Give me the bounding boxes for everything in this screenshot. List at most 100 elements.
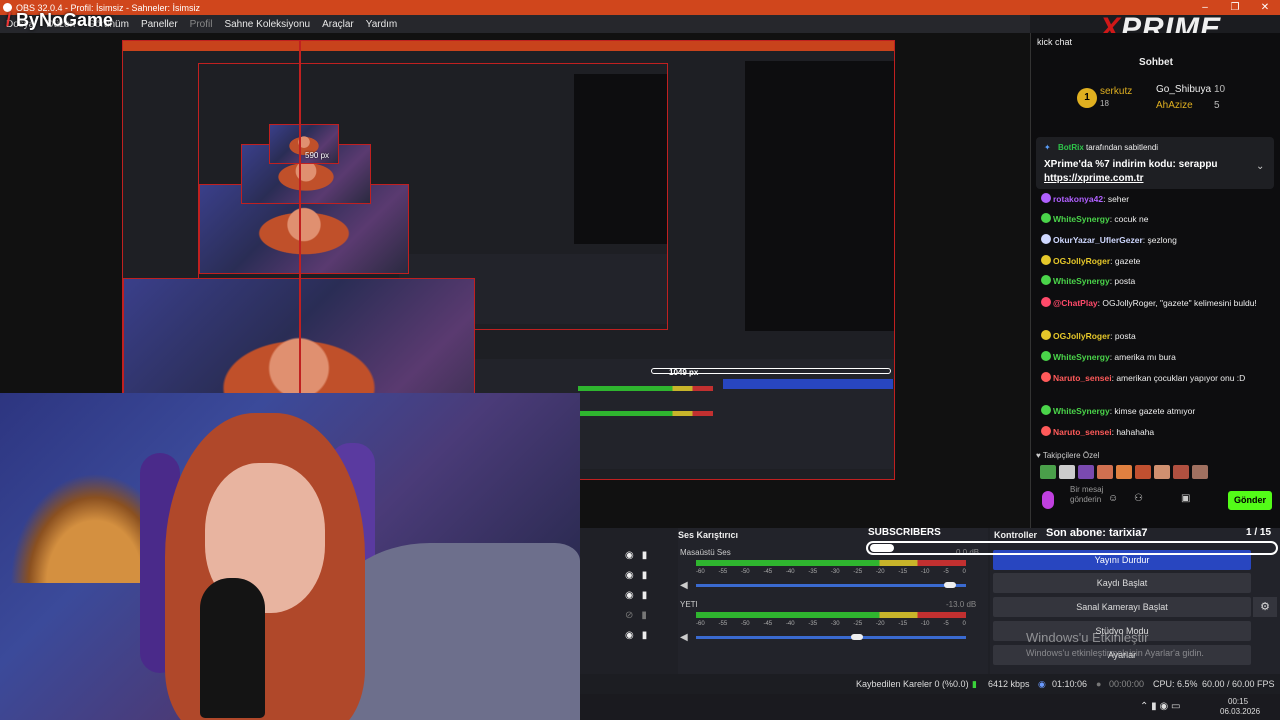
emote-icon[interactable]	[1040, 465, 1056, 479]
subscriber-count: 1 / 15	[1246, 527, 1272, 538]
emote-icon[interactable]	[1116, 465, 1132, 479]
menu-paneller[interactable]: Paneller	[135, 19, 184, 30]
close-button[interactable]: ✕	[1250, 0, 1280, 15]
emote-icon[interactable]	[1078, 465, 1094, 479]
meter-tick-label: -20	[875, 621, 885, 627]
speaker-icon[interactable]: ◀	[680, 580, 688, 591]
mic-icon[interactable]	[1042, 491, 1054, 509]
source-row[interactable]: ◉ ▮	[625, 630, 647, 641]
send-button[interactable]: Gönder	[1228, 491, 1272, 510]
chat-message: WhiteSynergy: cocuk ne	[1041, 213, 1273, 226]
emote-bar	[1040, 465, 1230, 481]
source-row[interactable]: ⊘ ▮	[625, 610, 647, 621]
chat-input-placeholder: Bir mesaj gönderin	[1070, 485, 1104, 504]
menu-profil[interactable]: Profil	[184, 19, 219, 30]
emote-icon[interactable]	[1059, 465, 1075, 479]
lock-icon[interactable]: ▮	[642, 630, 648, 641]
start-virtual-camera-button[interactable]: Sanal Kamerayı Başlat	[993, 597, 1251, 617]
user-badge-icon	[1041, 255, 1051, 265]
gear-icon[interactable]: ⚙	[1253, 597, 1277, 617]
volume-slider[interactable]	[696, 634, 966, 640]
source-row[interactable]: ◉ ▮	[625, 590, 647, 601]
menu-yardim[interactable]: Yardım	[360, 19, 404, 30]
chat-text: hahahaha	[1116, 427, 1155, 437]
top-gifter-1: serkutz	[1100, 86, 1133, 97]
meter-tick-label: -55	[718, 569, 728, 575]
menu-araclar[interactable]: Araçlar	[316, 19, 360, 30]
chat-username[interactable]: OkurYazar_UflerGezer	[1053, 235, 1143, 245]
meter-tick-label: -10	[920, 569, 930, 575]
meter-tick-label: -30	[830, 621, 840, 627]
bitrate: 6412 kbps	[988, 679, 1030, 689]
emote-icon[interactable]	[1192, 465, 1208, 479]
maximize-button[interactable]: ❐	[1220, 0, 1250, 15]
webcam-source[interactable]	[0, 393, 580, 720]
tray-icons[interactable]: ⌃ ▮ ◉ ▭	[1140, 701, 1180, 712]
start-recording-button[interactable]: Kaydı Başlat	[993, 573, 1251, 593]
chat-username[interactable]: @ChatPlay	[1053, 298, 1098, 308]
emoji-icon[interactable]: ☺	[1108, 493, 1118, 504]
nested-titlebar	[123, 41, 894, 51]
chat-message: WhiteSynergy: posta	[1041, 275, 1273, 288]
speaker-icon[interactable]: ◀	[680, 632, 688, 643]
eye-hidden-icon[interactable]: ⊘	[625, 610, 633, 621]
chat-username[interactable]: WhiteSynergy	[1053, 406, 1110, 416]
volume-knob[interactable]	[851, 634, 863, 640]
pin-icon: ✦	[1044, 143, 1051, 152]
eye-icon[interactable]: ◉	[625, 550, 634, 561]
followers-only-label: ♥ Takipçilere Özel	[1036, 451, 1100, 460]
meter-ticks: -60 -55 -50 -45 -40 -35 -30 -25 -20 -15 -10 -5 0	[696, 569, 966, 575]
meter-ticks: -60 -55 -50 -45 -40 -35 -30 -25 -20 -15 -10 -5 0	[696, 621, 966, 627]
chat-username[interactable]: Naruto_sensei	[1053, 373, 1112, 383]
chat-text: kimse gazete atmıyor	[1114, 406, 1196, 416]
gift-icon[interactable]: ▣	[1181, 493, 1190, 504]
bynogame-logo: / ByNoGame	[6, 10, 114, 30]
chat-username[interactable]: OGJollyRoger	[1053, 331, 1110, 341]
settings-link-icon[interactable]: ⚇	[1134, 493, 1143, 504]
lock-icon[interactable]: ▮	[641, 610, 647, 621]
pinned-message[interactable]: ✦ BotRix tarafından sabitlendi XPrime'da…	[1036, 137, 1274, 189]
emote-icon[interactable]	[1154, 465, 1170, 479]
eye-icon[interactable]: ◉	[625, 570, 634, 581]
meter-tick-label: 0	[962, 569, 966, 575]
chat-message: Naruto_sensei: hahahaha	[1041, 426, 1273, 439]
volume-slider[interactable]	[696, 582, 966, 588]
nested-meter	[578, 386, 713, 391]
chevron-down-icon[interactable]: ⌄	[1256, 161, 1264, 172]
chat-username[interactable]: WhiteSynergy	[1053, 276, 1110, 286]
source-row[interactable]: ◉ ▮	[625, 570, 647, 581]
meter-tick-label: -60	[696, 621, 705, 627]
chat-username[interactable]: OGJollyRoger	[1053, 256, 1110, 266]
pinned-text: XPrime'da %7 indirim kodu: serappu	[1044, 159, 1218, 170]
pinned-by-user: BotRix	[1058, 143, 1084, 152]
menu-sahne-koleksiyonu[interactable]: Sahne Koleksiyonu	[218, 19, 316, 30]
chat-username[interactable]: Naruto_sensei	[1053, 427, 1112, 437]
nested-stop-button	[723, 379, 893, 389]
chat-text: cocuk ne	[1114, 214, 1149, 224]
emote-icon[interactable]	[1097, 465, 1113, 479]
top-gifter-2-count: 10	[1214, 84, 1226, 95]
clock-time: 00:15	[1228, 697, 1249, 706]
meter-tick-label: -40	[785, 569, 795, 575]
volume-knob[interactable]	[944, 582, 956, 588]
chat-username[interactable]: WhiteSynergy	[1053, 214, 1110, 224]
emote-icon[interactable]	[1173, 465, 1189, 479]
lock-icon[interactable]: ▮	[642, 590, 648, 601]
pinned-link[interactable]: https://xprime.com.tr	[1044, 173, 1143, 184]
emote-icon[interactable]	[1135, 465, 1151, 479]
chat-title: Sohbet	[1139, 57, 1173, 68]
lock-icon[interactable]: ▮	[642, 550, 648, 561]
meter-tick-label: -15	[898, 621, 908, 627]
eye-icon[interactable]: ◉	[625, 630, 634, 641]
source-row[interactable]: ◉ ▮	[625, 550, 647, 561]
meter-tick-label: -5	[943, 621, 949, 627]
lock-icon[interactable]: ▮	[642, 570, 648, 581]
bitrate-icon: ▮	[972, 679, 977, 689]
top-gifter-2: Go_Shibuya	[1156, 84, 1212, 95]
chat-username[interactable]: rotakonya42	[1053, 194, 1103, 204]
dropped-frames: Kaybedilen Kareler 0 (%0.0)	[856, 679, 969, 689]
meter-tick-label: -60	[696, 569, 705, 575]
eye-icon[interactable]: ◉	[625, 590, 634, 601]
chat-tab[interactable]: kick chat	[1037, 37, 1072, 47]
chat-username[interactable]: WhiteSynergy	[1053, 352, 1110, 362]
